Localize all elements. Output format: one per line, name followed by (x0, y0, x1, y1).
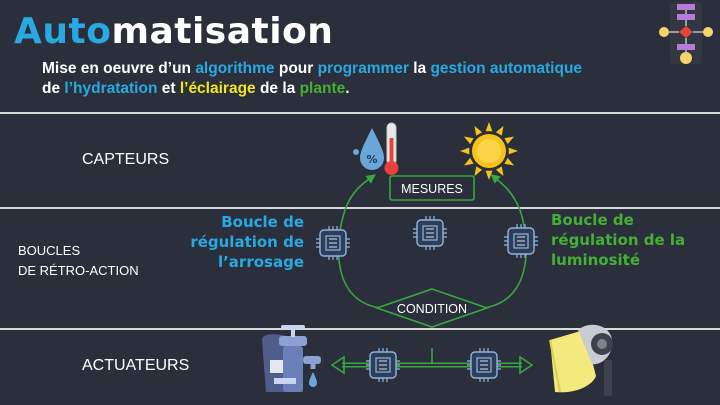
sun-ray (485, 170, 493, 180)
chip-icon (412, 215, 448, 251)
sun-ray (504, 157, 515, 166)
flowchart-icon (659, 2, 713, 64)
sun-ray (463, 136, 474, 145)
sun-ray (504, 136, 515, 145)
chip-icon (503, 223, 539, 259)
sun-icon (460, 122, 518, 180)
svg-text:%: % (366, 153, 377, 166)
sun-ray (474, 125, 483, 136)
sun-ray (508, 147, 518, 155)
sun-ray (485, 122, 493, 132)
condition-label: CONDITION (397, 302, 467, 316)
chip-icon (466, 347, 502, 383)
water-tap-icon (262, 325, 321, 392)
feedback-diagram: % MESURES CONDITION (262, 2, 713, 396)
sun-ray (495, 166, 504, 177)
sun-ray (474, 166, 483, 177)
chip-icon (365, 347, 401, 383)
measures-label: MESURES (401, 182, 463, 196)
sun-ray (463, 157, 474, 166)
chip-icon (315, 225, 351, 261)
humidity-thermometer-icon: % (353, 122, 399, 175)
sun-ray (460, 147, 470, 155)
sun-ray (495, 125, 504, 136)
lamp-icon (549, 324, 613, 396)
